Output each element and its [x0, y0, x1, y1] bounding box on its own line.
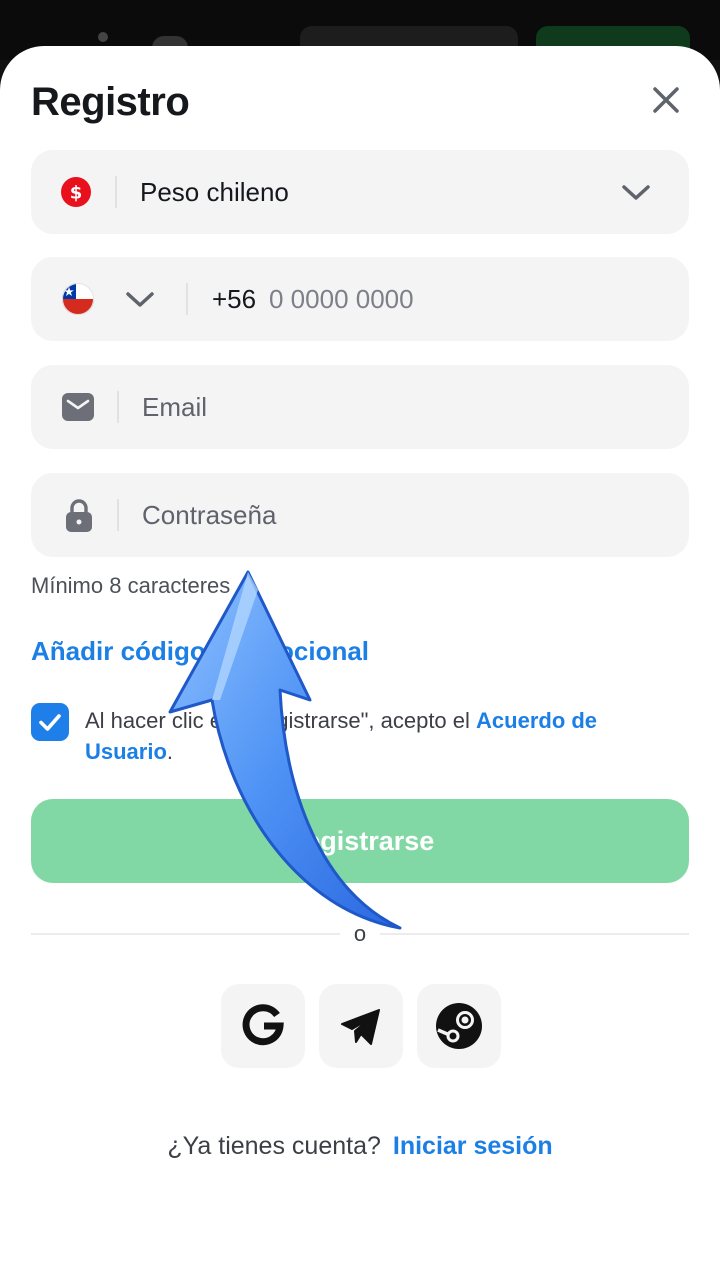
close-icon [653, 87, 679, 113]
password-placeholder: Contraseña [142, 500, 277, 530]
terms-checkbox[interactable] [31, 703, 69, 741]
telegram-icon [341, 1009, 380, 1045]
telegram-login-button[interactable] [319, 984, 403, 1068]
close-button[interactable] [646, 80, 686, 120]
chevron-down-icon [126, 292, 154, 307]
steam-icon [436, 1003, 482, 1049]
chevron-down-icon [622, 185, 650, 200]
email-placeholder: Email [142, 392, 208, 422]
envelope-icon [62, 393, 94, 421]
login-prompt: ¿Ya tienes cuenta? Iniciar sesión [0, 1132, 720, 1161]
phone-placeholder: 0 0000 0000 [269, 284, 414, 314]
checkmark-icon [39, 714, 61, 731]
background-dot [98, 32, 108, 42]
field-separator [117, 499, 119, 531]
currency-value: Peso chileno [140, 177, 289, 207]
field-separator [186, 283, 188, 315]
login-link[interactable]: Iniciar sesión [393, 1132, 553, 1160]
login-question: ¿Ya tienes cuenta? [167, 1132, 381, 1160]
email-field[interactable]: Email [31, 365, 689, 449]
google-icon [242, 1004, 284, 1046]
steam-login-button[interactable] [417, 984, 501, 1068]
phone-prefix: +56 [212, 284, 257, 314]
phone-field[interactable]: +56 0 0000 0000 [31, 257, 689, 341]
dollar-coin-icon: $ [61, 177, 91, 207]
field-separator [115, 176, 117, 208]
arrow-up-icon [168, 570, 402, 930]
chile-flag-icon [62, 283, 94, 315]
currency-select[interactable]: $ Peso chileno [31, 150, 689, 234]
google-login-button[interactable] [221, 984, 305, 1068]
lock-icon [66, 499, 92, 532]
svg-text:$: $ [70, 183, 83, 204]
country-code-select[interactable] [59, 279, 189, 321]
dialog-title: Registro [31, 80, 190, 124]
field-separator [117, 391, 119, 423]
password-field[interactable]: Contraseña [31, 473, 689, 557]
